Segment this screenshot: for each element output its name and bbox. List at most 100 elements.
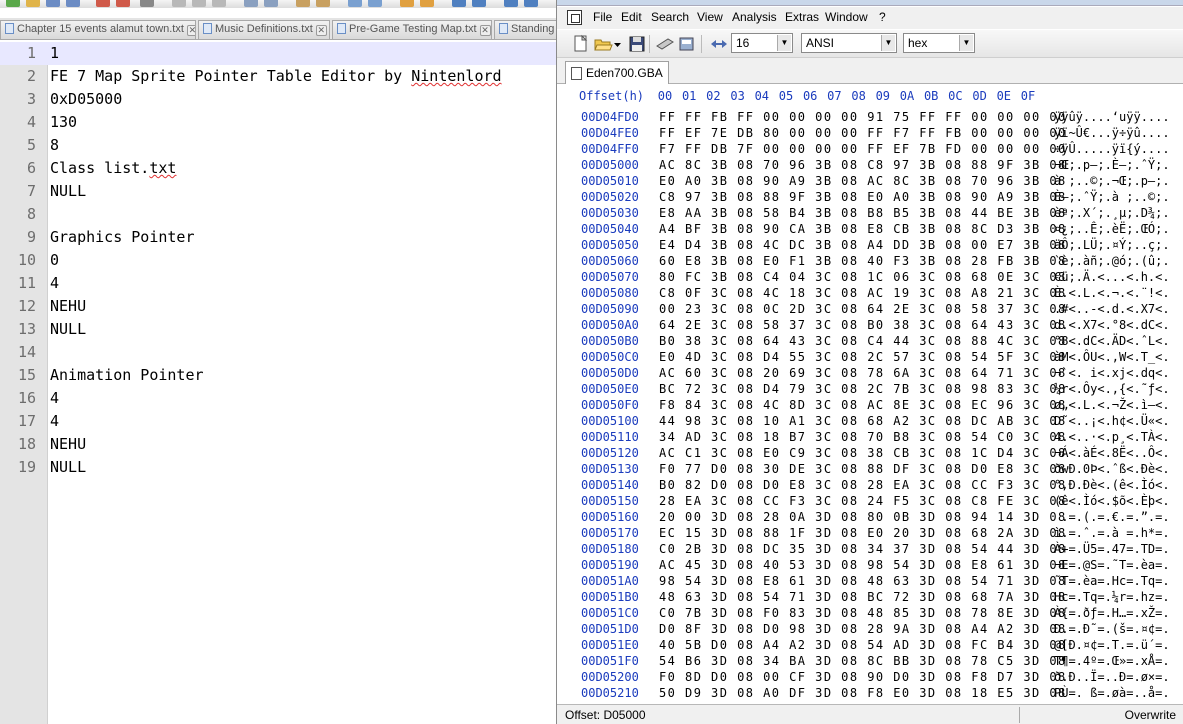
- row-ascii[interactable]: .=.(.=.€.=.”.=.: [1054, 510, 1169, 524]
- editor-line[interactable]: 14: [0, 341, 556, 364]
- row-bytes[interactable]: F0 8D D0 08 00 CF 3D 08 90 D0 3D 08 F8 D…: [659, 670, 1067, 684]
- row-ascii[interactable]: ì.=.ˆ.=.à =.h*=.: [1054, 526, 1170, 540]
- replace-icon[interactable]: [316, 0, 330, 7]
- row-bytes[interactable]: FF EF 7E DB 80 00 00 00 FF F7 FF FB 00 0…: [659, 126, 1067, 140]
- hex-row[interactable]: 00D05190 AC 45 3D 08 40 53 3D 08 98 54 3D…: [557, 558, 1183, 574]
- row-ascii[interactable]: PÙ=. ß=.øà=..å=.: [1054, 686, 1170, 700]
- close-file-icon[interactable]: [96, 0, 110, 7]
- row-ascii[interactable]: È.<.L.<.¬.<.¨!<.: [1054, 286, 1170, 300]
- editor-line[interactable]: 2 FE 7 Map Sprite Pointer Table Editor by…: [0, 65, 556, 88]
- hex-row[interactable]: 00D05080 C8 0F 3C 08 4C 18 3C 08 AC 19 3C…: [557, 286, 1183, 302]
- chevron-down-icon[interactable]: ▼: [777, 35, 791, 51]
- hex-row[interactable]: 00D05110 34 AD 3C 08 18 B7 3C 08 70 B8 3C…: [557, 430, 1183, 446]
- save-all-icon[interactable]: [66, 0, 80, 7]
- row-ascii[interactable]: À{=.ðƒ=.H…=.xŽ=.: [1054, 606, 1170, 620]
- app-window-icon[interactable]: [567, 10, 582, 25]
- row-bytes[interactable]: E0 A0 3B 08 90 A9 3B 08 AC 8C 3B 08 70 9…: [659, 174, 1067, 188]
- row-ascii[interactable]: D˜<..¡<.h¢<.Ü«<.: [1054, 414, 1170, 428]
- close-icon[interactable]: ✕: [479, 25, 491, 36]
- menu-view[interactable]: View: [697, 10, 723, 24]
- row-bytes[interactable]: E8 AA 3B 08 58 B4 3B 08 B8 B5 3B 08 44 B…: [659, 206, 1067, 220]
- hex-row[interactable]: 00D051F0 54 B6 3D 08 34 BA 3D 08 8C BB 3D…: [557, 654, 1183, 670]
- row-bytes[interactable]: AC 60 3C 08 20 69 3C 08 78 6A 3C 08 64 7…: [659, 366, 1067, 380]
- row-ascii[interactable]: Hc=.Tq=.¼r=.hz=.: [1054, 590, 1170, 604]
- row-ascii[interactable]: ÿï~Û€...ÿ÷ÿû....: [1054, 126, 1170, 140]
- row-bytes[interactable]: C8 0F 3C 08 4C 18 3C 08 AC 19 3C 08 A8 2…: [659, 286, 1067, 300]
- charset-select[interactable]: ANSI ▼: [801, 33, 897, 53]
- chevron-down-icon[interactable]: ▼: [959, 35, 973, 51]
- hex-row[interactable]: 00D050E0 BC 72 3C 08 D4 79 3C 08 2C 7B 3C…: [557, 382, 1183, 398]
- row-bytes[interactable]: 50 D9 3D 08 A0 DF 3D 08 F8 E0 3D 08 18 E…: [659, 686, 1067, 700]
- row-bytes[interactable]: B0 82 D0 08 D0 E8 3C 08 28 EA 3C 08 CC F…: [659, 478, 1067, 492]
- hex-row[interactable]: 00D051E0 40 5B D0 08 A4 A2 3D 08 54 AD 3D…: [557, 638, 1183, 654]
- hex-row[interactable]: 00D05100 44 98 3C 08 10 A1 3C 08 68 A2 3C…: [557, 414, 1183, 430]
- all-chars-icon[interactable]: [472, 0, 486, 7]
- bytes-per-row-select[interactable]: 16 ▼: [731, 33, 793, 53]
- redo-icon[interactable]: [264, 0, 278, 7]
- row-ascii[interactable]: ¬Á<.àÉ<.8Ë<..Ô<.: [1054, 446, 1170, 460]
- tab-chapter-15-events[interactable]: Chapter 15 events alamut town.txt ✕: [0, 20, 196, 39]
- tab-pre-game-testing-map[interactable]: Pre-Game Testing Map.txt ✕: [332, 20, 492, 39]
- hex-row[interactable]: 00D05050 E4 D4 3B 08 4C DC 3B 08 A4 DD 3B…: [557, 238, 1183, 254]
- row-ascii[interactable]: ¤¿;..Ê;.èË;.ŒÓ;.: [1054, 222, 1170, 236]
- menu-edit[interactable]: Edit: [621, 10, 642, 24]
- undo-icon[interactable]: [244, 0, 258, 7]
- chevron-down-icon[interactable]: ▼: [881, 35, 895, 51]
- row-ascii[interactable]: àM<.ÔU<.,W<.T_<.: [1054, 350, 1170, 364]
- menu-window[interactable]: Window: [825, 10, 868, 24]
- hex-row[interactable]: 00D04FD0 FF FF FB FF 00 00 00 00 91 75 FF…: [557, 110, 1183, 126]
- row-ascii[interactable]: Ð.=.Ð˜=.(š=.¤¢=.: [1054, 622, 1170, 636]
- row-ascii[interactable]: à ;..©;.¬Œ;.p–;.: [1054, 174, 1170, 188]
- open-file-icon[interactable]: [593, 34, 613, 54]
- row-bytes[interactable]: C8 97 3B 08 88 9F 3B 08 E0 A0 3B 08 90 A…: [659, 190, 1067, 204]
- hex-row[interactable]: 00D05020 C8 97 3B 08 88 9F 3B 08 E0 A0 3B…: [557, 190, 1183, 206]
- hex-row[interactable]: 00D051D0 D0 8F 3D 08 D0 98 3D 08 28 9A 3D…: [557, 622, 1183, 638]
- row-ascii[interactable]: ¬`<. i<.xj<.dq<.: [1054, 366, 1170, 380]
- hex-row[interactable]: 00D04FF0 F7 FF DB 7F 00 00 00 00 FF EF 7B…: [557, 142, 1183, 158]
- row-bytes[interactable]: F0 77 D0 08 30 DE 3C 08 88 DF 3C 08 D0 E…: [659, 462, 1067, 476]
- ram-icon[interactable]: [655, 34, 675, 54]
- hex-row[interactable]: 00D05040 A4 BF 3B 08 90 CA 3B 08 E8 CB 3B…: [557, 222, 1183, 238]
- row-ascii[interactable]: `è;.àñ;.@ó;.(û;.: [1054, 254, 1170, 268]
- hex-row[interactable]: 00D05160 20 00 3D 08 28 0A 3D 08 80 0B 3D…: [557, 510, 1183, 526]
- menu-help[interactable]: ?: [879, 10, 886, 24]
- row-bytes[interactable]: 60 E8 3B 08 E0 F1 3B 08 40 F3 3B 08 28 F…: [659, 254, 1067, 268]
- macro-play-icon[interactable]: [524, 0, 538, 7]
- row-ascii[interactable]: ˜T=.èa=.Hc=.Tq=.: [1054, 574, 1170, 588]
- hex-row[interactable]: 00D05210 50 D9 3D 08 A0 DF 3D 08 F8 E0 3D…: [557, 686, 1183, 702]
- row-ascii[interactable]: d.<.X7<.°8<.dC<.: [1054, 318, 1170, 332]
- row-bytes[interactable]: 80 FC 3B 08 C4 04 3C 08 1C 06 3C 08 68 0…: [659, 270, 1067, 284]
- close-icon[interactable]: ✕: [186, 25, 195, 36]
- menu-search[interactable]: Search: [651, 10, 689, 24]
- row-ascii[interactable]: T¶=.4º=.Œ»=.xÅ=.: [1054, 654, 1170, 668]
- hex-row[interactable]: 00D050C0 E0 4D 3C 08 D4 55 3C 08 2C 57 3C…: [557, 350, 1183, 366]
- editor-line[interactable]: 4 130: [0, 111, 556, 134]
- editor-line[interactable]: 58: [0, 134, 556, 157]
- hex-row[interactable]: 00D05130 F0 77 D0 08 30 DE 3C 08 88 DF 3C…: [557, 462, 1183, 478]
- hex-row[interactable]: 00D04FE0 FF EF 7E DB 80 00 00 00 FF F7 FF…: [557, 126, 1183, 142]
- word-wrap-icon[interactable]: [420, 0, 434, 7]
- display-mode-select[interactable]: hex ▼: [903, 33, 975, 53]
- editor-line[interactable]: 7 NULL: [0, 180, 556, 203]
- hex-row[interactable]: 00D05120 AC C1 3C 08 E0 C9 3C 08 38 CB 3C…: [557, 446, 1183, 462]
- editor-line[interactable]: 13 NULL: [0, 318, 556, 341]
- paste-icon[interactable]: [212, 0, 226, 7]
- row-bytes[interactable]: 20 00 3D 08 28 0A 3D 08 80 0B 3D 08 94 1…: [659, 510, 1067, 524]
- row-ascii[interactable]: èª;.X´;.¸µ;.D¾;.: [1054, 206, 1170, 220]
- row-ascii[interactable]: À+=.Ü5=.47=.TD=.: [1054, 542, 1170, 556]
- row-bytes[interactable]: C0 7B 3D 08 F0 83 3D 08 48 85 3D 08 78 8…: [659, 606, 1067, 620]
- indent-guide-icon[interactable]: [452, 0, 466, 7]
- print-icon[interactable]: [140, 0, 154, 7]
- row-ascii[interactable]: °8<.dC<.ÄD<.ˆL<.: [1054, 334, 1170, 348]
- row-ascii[interactable]: (ê<.Ìó<.$õ<.Èþ<.: [1054, 494, 1170, 508]
- row-bytes[interactable]: 34 AD 3C 08 18 B7 3C 08 70 B8 3C 08 54 C…: [659, 430, 1067, 444]
- zoom-in-icon[interactable]: [348, 0, 362, 7]
- hex-row[interactable]: 00D05170 EC 15 3D 08 88 1F 3D 08 E0 20 3D…: [557, 526, 1183, 542]
- row-ascii[interactable]: €ü;.Ä.<...<.h.<.: [1054, 270, 1170, 284]
- row-bytes[interactable]: C0 2B 3D 08 DC 35 3D 08 34 37 3D 08 54 4…: [659, 542, 1067, 556]
- hex-row[interactable]: 00D050D0 AC 60 3C 08 20 69 3C 08 78 6A 3C…: [557, 366, 1183, 382]
- row-bytes[interactable]: 28 EA 3C 08 CC F3 3C 08 24 F5 3C 08 C8 F…: [659, 494, 1067, 508]
- menu-file[interactable]: File: [593, 10, 612, 24]
- hex-row[interactable]: 00D05180 C0 2B 3D 08 DC 35 3D 08 34 37 3D…: [557, 542, 1183, 558]
- row-ascii[interactable]: ÿÿûÿ....‘uÿÿ....: [1054, 110, 1170, 124]
